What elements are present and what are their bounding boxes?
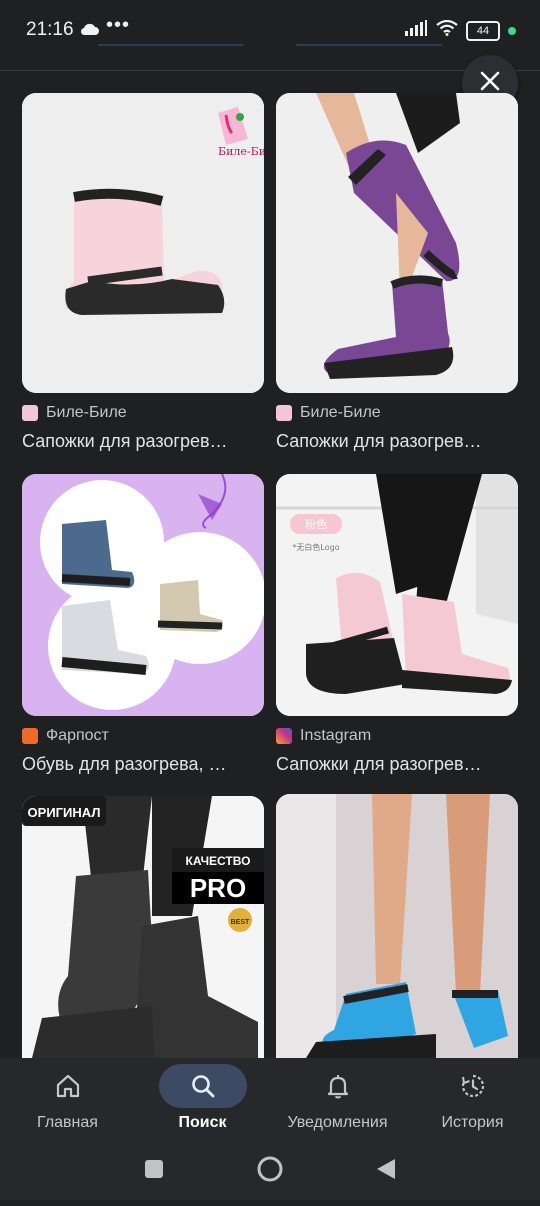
nav-label: История bbox=[441, 1114, 504, 1131]
badge-pro: PRO bbox=[190, 873, 246, 903]
status-icons: 44 bbox=[404, 19, 516, 41]
result-image[interactable]: ОРИГИНАЛ КАЧЕСТВО PRO BEST bbox=[22, 796, 264, 1058]
recent-apps-button[interactable] bbox=[144, 1159, 164, 1184]
source-name: Биле-Биле bbox=[46, 404, 127, 421]
result-card[interactable]: ОРИГИНАЛ КАЧЕСТВО PRO BEST bbox=[22, 796, 264, 1058]
filter-tabs-remnant bbox=[0, 44, 540, 72]
result-card[interactable] bbox=[276, 794, 518, 1058]
result-image[interactable]: 粉色 *无白色Logo bbox=[276, 474, 518, 716]
nav-label: Главная bbox=[37, 1114, 98, 1131]
result-source[interactable]: Биле-Биле bbox=[276, 403, 518, 423]
bottom-navigation: Главная Поиск Уведомления История bbox=[0, 1058, 540, 1200]
result-image[interactable] bbox=[276, 93, 518, 393]
source-name: Instagram bbox=[300, 727, 372, 744]
tab-indicator bbox=[296, 44, 442, 46]
site-favicon-icon bbox=[22, 728, 38, 744]
wifi-icon bbox=[436, 19, 458, 41]
site-favicon-icon bbox=[276, 405, 292, 421]
more-notifications-icon: ••• bbox=[106, 14, 131, 36]
status-time: 21:16 bbox=[26, 19, 74, 40]
source-name: Фарпост bbox=[46, 727, 109, 744]
instagram-icon bbox=[276, 728, 292, 744]
nav-search[interactable]: Поиск bbox=[135, 1058, 270, 1148]
result-title[interactable]: Сапожки для разогрев… bbox=[276, 754, 518, 775]
home-icon bbox=[24, 1064, 112, 1108]
nav-label: Уведомления bbox=[287, 1114, 388, 1131]
tab-indicator bbox=[98, 44, 244, 46]
bell-icon bbox=[294, 1064, 382, 1108]
site-favicon-icon bbox=[22, 405, 38, 421]
result-title[interactable]: Сапожки для разогрев… bbox=[276, 431, 518, 452]
result-card[interactable]: 粉色 *无白色Logo Instagram Сапожки для разогр… bbox=[276, 474, 518, 775]
privacy-indicator-dot bbox=[508, 26, 516, 35]
badge-quality: КАЧЕСТВО bbox=[186, 854, 251, 868]
nav-home[interactable]: Главная bbox=[0, 1058, 135, 1148]
signal-icon bbox=[404, 20, 428, 41]
system-navigation-bar bbox=[0, 1154, 540, 1206]
result-source[interactable]: Instagram bbox=[276, 726, 518, 746]
image-label: 粉色 bbox=[305, 517, 327, 531]
result-card[interactable]: Биле-Биле Биле-Биле Сапожки для разогрев… bbox=[22, 93, 264, 452]
search-icon bbox=[158, 1064, 247, 1108]
nav-notifications[interactable]: Уведомления bbox=[270, 1058, 405, 1148]
result-source[interactable]: Фарпост bbox=[22, 726, 264, 746]
badge-original: ОРИГИНАЛ bbox=[28, 805, 101, 820]
result-card[interactable]: Фарпост Обувь для разогрева, … bbox=[22, 474, 264, 775]
nav-history[interactable]: История bbox=[405, 1058, 540, 1148]
history-icon bbox=[429, 1064, 517, 1108]
result-image[interactable] bbox=[276, 794, 518, 1058]
result-card[interactable]: Биле-Биле Сапожки для разогрев… bbox=[276, 93, 518, 452]
result-image[interactable]: Биле-Биле bbox=[22, 93, 264, 393]
source-name: Биле-Биле bbox=[300, 404, 381, 421]
badge-best: BEST bbox=[231, 919, 250, 926]
result-image[interactable] bbox=[22, 474, 264, 716]
result-source[interactable]: Биле-Биле bbox=[22, 403, 264, 423]
nav-label: Поиск bbox=[178, 1114, 227, 1131]
logo-text: Биле-Биле bbox=[218, 145, 264, 158]
result-title[interactable]: Сапожки для разогрев… bbox=[22, 431, 264, 452]
divider bbox=[0, 70, 540, 71]
home-button[interactable] bbox=[256, 1155, 284, 1188]
cloud-icon bbox=[80, 22, 100, 41]
battery-indicator: 44 bbox=[466, 20, 500, 41]
back-button[interactable] bbox=[374, 1157, 398, 1186]
image-sublabel: *无白色Logo bbox=[292, 542, 339, 552]
result-title[interactable]: Обувь для разогрева, … bbox=[22, 754, 264, 775]
